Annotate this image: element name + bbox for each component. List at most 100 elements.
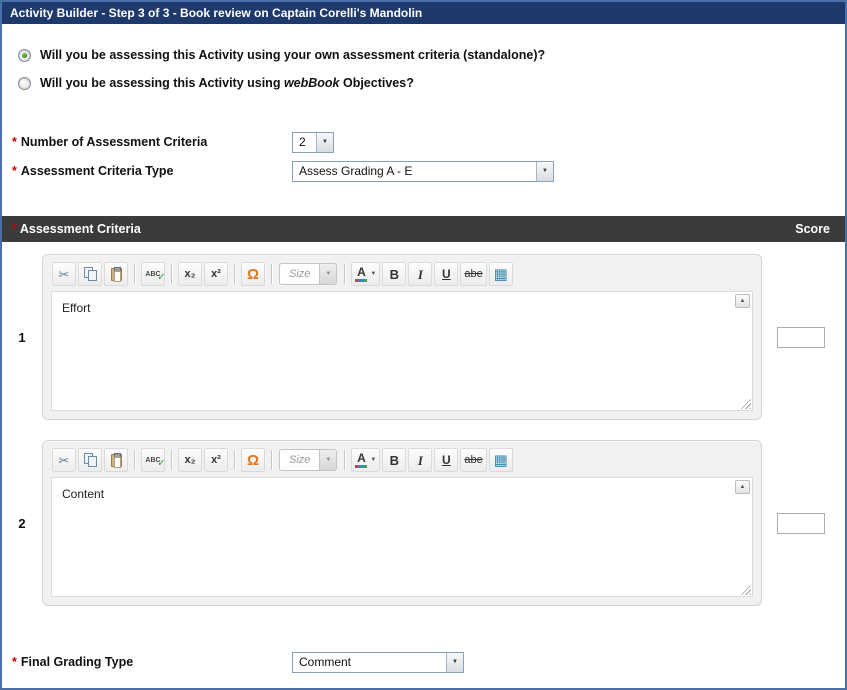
strikethrough-icon: abe xyxy=(464,455,482,466)
table-button[interactable]: ▦ xyxy=(489,262,513,286)
dropdown-arrow-icon[interactable]: ▼ xyxy=(446,653,463,672)
radio-standalone-label: Will you be assessing this Activity usin… xyxy=(40,48,545,62)
number-of-criteria-label: * Number of Assessment Criteria xyxy=(12,135,292,149)
text-color-button[interactable]: A ▼ xyxy=(351,448,380,472)
radio-webbook-objectives[interactable] xyxy=(18,77,31,90)
toolbar-separator xyxy=(134,450,135,470)
field-final-grading-type: *Final Grading Type Comment ▼ xyxy=(2,650,845,674)
required-marker: * xyxy=(12,135,17,149)
toolbar-separator xyxy=(271,450,272,470)
required-marker: * xyxy=(12,164,17,178)
toolbar-separator xyxy=(344,450,345,470)
underline-button[interactable]: U xyxy=(434,262,458,286)
dropdown-arrow-icon[interactable]: ▼ xyxy=(536,162,553,181)
table-button[interactable]: ▦ xyxy=(489,448,513,472)
editor-text[interactable]: Content xyxy=(52,478,752,510)
number-of-criteria-select[interactable]: 2 ▼ xyxy=(292,132,334,153)
table-icon: ▦ xyxy=(494,453,508,468)
copy-icon xyxy=(84,267,97,281)
rich-text-editor-1: ✂ ABC✓ x₂ x² Ω Size ▼ A ▼ xyxy=(42,254,762,420)
field-number-of-criteria: * Number of Assessment Criteria 2 ▼ xyxy=(2,130,845,154)
toolbar-separator xyxy=(171,264,172,284)
subscript-button[interactable]: x₂ xyxy=(178,448,202,472)
bold-button[interactable]: B xyxy=(382,262,406,286)
row-number: 1 xyxy=(2,330,42,345)
italic-button[interactable]: I xyxy=(408,262,432,286)
dropdown-arrow-icon[interactable]: ▼ xyxy=(319,264,336,284)
criteria-table-header: *Assessment Criteria Score xyxy=(2,216,845,242)
cut-button[interactable]: ✂ xyxy=(52,448,76,472)
subscript-icon: x₂ xyxy=(184,455,195,466)
field-criteria-type: *Assessment Criteria Type Assess Grading… xyxy=(2,159,845,183)
paste-button[interactable] xyxy=(104,262,128,286)
copy-button[interactable] xyxy=(78,448,102,472)
resize-handle[interactable] xyxy=(738,582,751,595)
dropdown-arrow-icon[interactable]: ▼ xyxy=(319,450,336,470)
cut-button[interactable]: ✂ xyxy=(52,262,76,286)
toolbar-separator xyxy=(171,450,172,470)
radio-option-standalone[interactable]: Will you be assessing this Activity usin… xyxy=(2,44,845,66)
superscript-icon: x² xyxy=(211,455,221,466)
text-color-icon: A xyxy=(355,452,367,468)
dropdown-arrow-icon: ▼ xyxy=(370,457,376,463)
special-character-button[interactable]: Ω xyxy=(241,448,265,472)
radio-webbook-label: Will you be assessing this Activity usin… xyxy=(40,76,414,90)
italic-button[interactable]: I xyxy=(408,448,432,472)
omega-icon: Ω xyxy=(247,453,259,468)
copy-button[interactable] xyxy=(78,262,102,286)
score-input-1[interactable] xyxy=(777,327,825,348)
toolbar-separator xyxy=(271,264,272,284)
required-marker: * xyxy=(12,222,17,236)
editor-toolbar: ✂ ABC✓ x₂ x² Ω Size ▼ A ▼ xyxy=(51,260,753,288)
spellcheck-icon: ABC✓ xyxy=(145,271,160,278)
strikethrough-button[interactable]: abe xyxy=(460,262,486,286)
cut-icon: ✂ xyxy=(59,268,70,281)
label-text: Assessment Criteria xyxy=(20,222,141,236)
radio-standalone[interactable] xyxy=(18,49,31,62)
criteria-type-select[interactable]: Assess Grading A - E ▼ xyxy=(292,161,554,182)
score-input-2[interactable] xyxy=(777,513,825,534)
bold-button[interactable]: B xyxy=(382,448,406,472)
copy-icon xyxy=(84,453,97,467)
paste-button[interactable] xyxy=(104,448,128,472)
criteria-type-label: *Assessment Criteria Type xyxy=(12,164,292,178)
label-text: Final Grading Type xyxy=(21,655,133,669)
scroll-up-button[interactable]: ▲ xyxy=(735,294,750,308)
paste-icon xyxy=(111,268,122,281)
toolbar-separator xyxy=(234,450,235,470)
italic-icon: I xyxy=(418,268,423,281)
criteria-row-1: 1 ✂ ABC✓ x₂ x² Ω Size ▼ A xyxy=(2,254,845,420)
label-text-suffix: Objectives? xyxy=(340,76,414,90)
superscript-button[interactable]: x² xyxy=(204,262,228,286)
special-character-button[interactable]: Ω xyxy=(241,262,265,286)
text-color-button[interactable]: A ▼ xyxy=(351,262,380,286)
check-icon: ✓ xyxy=(157,273,165,283)
check-icon: ✓ xyxy=(157,459,165,469)
spellcheck-button[interactable]: ABC✓ xyxy=(141,262,165,286)
label-text: Number of Assessment Criteria xyxy=(21,135,207,149)
editor-content-area-2[interactable]: Content ▲ xyxy=(51,477,753,597)
underline-icon: U xyxy=(442,454,451,466)
strikethrough-button[interactable]: abe xyxy=(460,448,486,472)
superscript-button[interactable]: x² xyxy=(204,448,228,472)
resize-handle[interactable] xyxy=(738,396,751,409)
underline-button[interactable]: U xyxy=(434,448,458,472)
page-title: Activity Builder - Step 3 of 3 - Book re… xyxy=(10,6,422,20)
editor-content-area-1[interactable]: Effort ▲ xyxy=(51,291,753,411)
title-bar: Activity Builder - Step 3 of 3 - Book re… xyxy=(2,2,845,24)
spellcheck-button[interactable]: ABC✓ xyxy=(141,448,165,472)
scroll-up-button[interactable]: ▲ xyxy=(735,480,750,494)
font-size-select[interactable]: Size ▼ xyxy=(279,263,337,285)
final-grading-type-select[interactable]: Comment ▼ xyxy=(292,652,464,673)
editor-text[interactable]: Effort xyxy=(52,292,752,324)
font-size-select[interactable]: Size ▼ xyxy=(279,449,337,471)
omega-icon: Ω xyxy=(247,267,259,282)
radio-option-webbook-objectives[interactable]: Will you be assessing this Activity usin… xyxy=(2,72,845,94)
criteria-header-label: *Assessment Criteria xyxy=(12,222,141,236)
subscript-button[interactable]: x₂ xyxy=(178,262,202,286)
toolbar-separator xyxy=(344,264,345,284)
strikethrough-icon: abe xyxy=(464,269,482,280)
dropdown-arrow-icon[interactable]: ▼ xyxy=(316,133,333,152)
cut-icon: ✂ xyxy=(59,454,70,467)
toolbar-separator xyxy=(234,264,235,284)
